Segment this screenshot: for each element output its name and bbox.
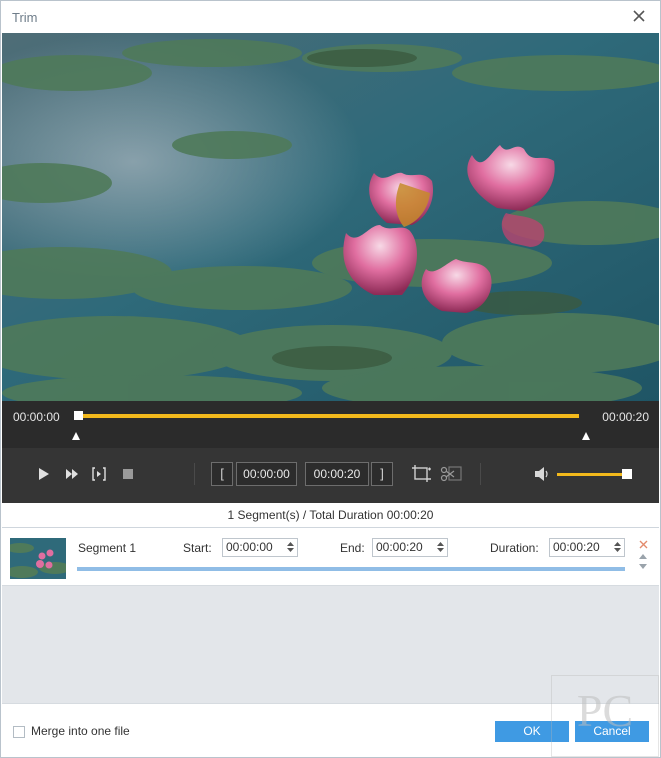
volume-handle[interactable] — [622, 469, 632, 479]
timeline-bar: 00:00:00 00:00:20 — [2, 401, 659, 448]
playhead-handle[interactable] — [74, 411, 83, 420]
spin-arrows-icon[interactable] — [614, 541, 621, 553]
start-time-field[interactable]: 00:00:00 — [222, 538, 298, 557]
separator — [194, 463, 195, 485]
end-time-field[interactable]: 00:00:20 — [372, 538, 448, 557]
dialog-title: Trim — [12, 10, 38, 25]
segments-summary: 1 Segment(s) / Total Duration 00:00:20 — [2, 503, 659, 528]
start-label: Start: — [183, 541, 212, 555]
frame-step-icon[interactable] — [92, 467, 106, 481]
trim-start-marker[interactable] — [72, 432, 80, 440]
scissors-icon[interactable] — [440, 465, 462, 483]
segment-row[interactable]: Segment 1 Start: 00:00:00 End: 00:00:20 … — [2, 528, 659, 586]
segment-thumbnail — [10, 538, 66, 579]
playback-controls: [ 00:00:00 00:00:20 ] — [2, 448, 659, 503]
volume-track[interactable] — [557, 473, 627, 476]
trim-end-marker[interactable] — [582, 432, 590, 440]
duration-field[interactable]: 00:00:20 — [549, 538, 625, 557]
move-up-icon[interactable] — [639, 554, 647, 559]
end-time-value: 00:00:20 — [376, 540, 423, 554]
timeline-end-time: 00:00:20 — [602, 410, 649, 424]
merge-label: Merge into one file — [31, 724, 130, 738]
clip-end-time[interactable]: 00:00:20 — [305, 462, 369, 486]
crop-icon[interactable] — [412, 465, 432, 483]
move-down-icon[interactable] — [639, 564, 647, 569]
set-start-button[interactable]: [ — [211, 462, 233, 486]
segment-range-bar — [77, 567, 625, 571]
start-time-value: 00:00:00 — [226, 540, 273, 554]
separator — [480, 463, 481, 485]
end-label: End: — [340, 541, 365, 555]
cancel-button[interactable]: Cancel — [575, 721, 649, 742]
timeline-track[interactable] — [76, 414, 579, 418]
ok-button[interactable]: OK — [495, 721, 569, 742]
spin-arrows-icon[interactable] — [287, 541, 294, 553]
timeline-start-time: 00:00:00 — [13, 410, 60, 424]
clip-start-time[interactable]: 00:00:00 — [236, 462, 297, 486]
segment-name: Segment 1 — [78, 541, 137, 555]
spin-arrows-icon[interactable] — [437, 541, 444, 553]
dialog-footer: Merge into one file OK Cancel — [2, 703, 659, 757]
trim-dialog: Trim 00:00:00 00:00:20 [00:00:00 00:00:… — [0, 0, 661, 758]
duration-label: Duration: — [490, 541, 539, 555]
video-preview — [2, 33, 659, 401]
merge-checkbox[interactable] — [13, 726, 25, 738]
preview-image — [2, 33, 659, 401]
stop-icon[interactable] — [123, 469, 133, 479]
set-end-button[interactable]: ] — [371, 462, 393, 486]
close-icon[interactable] — [630, 7, 648, 25]
volume-icon[interactable] — [534, 466, 552, 482]
duration-value: 00:00:20 — [553, 540, 600, 554]
fast-forward-icon[interactable] — [65, 468, 79, 480]
play-icon[interactable] — [38, 467, 50, 481]
title-bar: Trim — [1, 1, 660, 33]
delete-segment-icon[interactable] — [639, 540, 648, 549]
segments-list: Segment 1 Start: 00:00:00 End: 00:00:20 … — [2, 528, 659, 703]
